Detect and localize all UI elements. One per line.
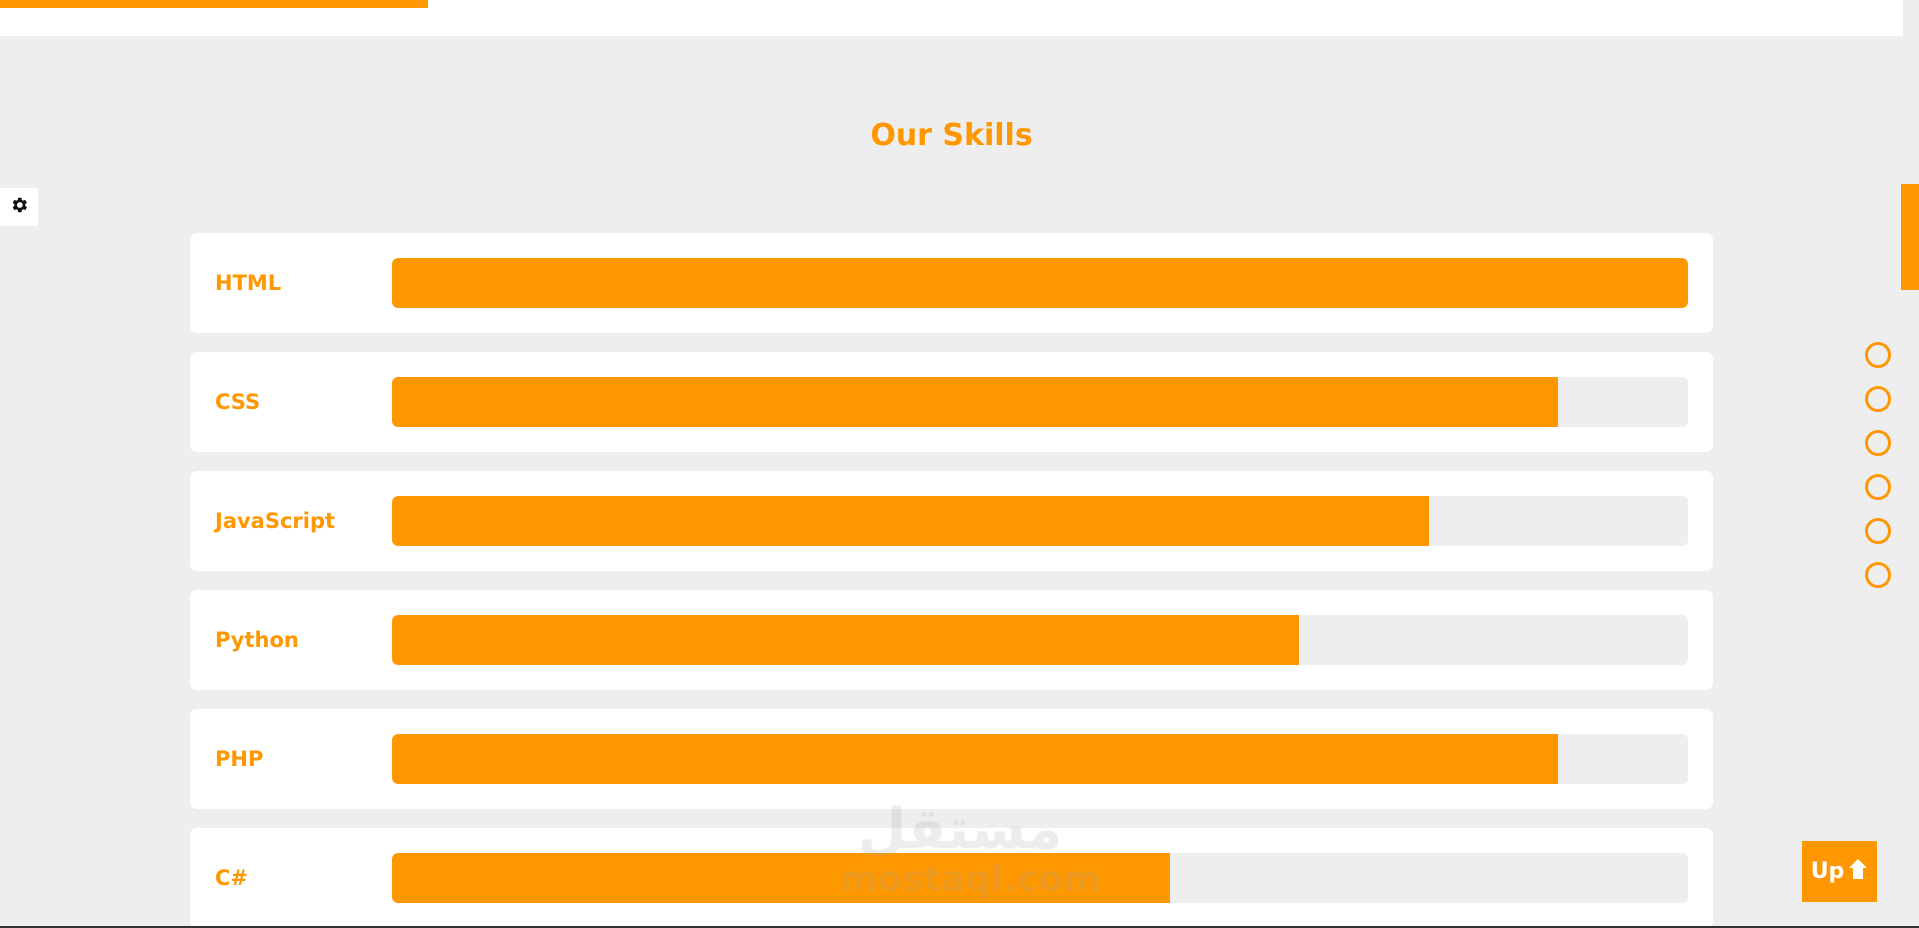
- skill-progress-fill: [392, 377, 1559, 427]
- skill-progress-track: [392, 496, 1688, 546]
- skill-progress-fill: [392, 853, 1170, 903]
- nav-bullet[interactable]: [1865, 518, 1891, 544]
- skill-card: CSS: [190, 352, 1713, 452]
- skill-card: PHP: [190, 709, 1713, 809]
- skill-name: Python: [215, 628, 299, 652]
- skill-name: CSS: [215, 390, 261, 414]
- section-title: Our Skills: [870, 118, 1033, 153]
- scroll-up-button[interactable]: Up: [1802, 841, 1877, 902]
- previous-section-bottom: [0, 0, 1903, 36]
- skill-card: Python: [190, 590, 1713, 690]
- skill-progress-track: [392, 853, 1688, 903]
- skill-name: PHP: [215, 747, 264, 771]
- skill-card: JavaScript: [190, 471, 1713, 571]
- nav-bullet[interactable]: [1865, 562, 1891, 588]
- skill-name: C#: [215, 866, 249, 890]
- settings-toggle-button[interactable]: [0, 188, 38, 226]
- skill-card: HTML: [190, 233, 1713, 333]
- skill-progress-fill: [392, 734, 1559, 784]
- arrow-up-icon: [1848, 858, 1868, 886]
- skill-name: HTML: [215, 271, 282, 295]
- nav-bullet[interactable]: [1865, 342, 1891, 368]
- skill-progress-fill: [392, 615, 1300, 665]
- skill-progress-track: [392, 734, 1688, 784]
- nav-bullet[interactable]: [1865, 430, 1891, 456]
- skill-progress-track: [392, 258, 1688, 308]
- skill-progress-track: [392, 377, 1688, 427]
- top-progress-line: [0, 0, 428, 8]
- gear-icon: [9, 195, 29, 219]
- skills-list: HTML CSS JavaScript Python PHP C#: [190, 233, 1713, 928]
- nav-bullet[interactable]: [1865, 386, 1891, 412]
- skill-progress-fill: [392, 496, 1429, 546]
- nav-bullet[interactable]: [1865, 474, 1891, 500]
- up-button-label: Up: [1810, 859, 1845, 884]
- section-nav-bullets: [1865, 342, 1891, 606]
- skill-card: C#: [190, 828, 1713, 928]
- skill-name: JavaScript: [215, 509, 336, 533]
- scroll-progress-indicator: [1901, 184, 1919, 290]
- skill-progress-fill: [392, 258, 1688, 308]
- page: Our Skills HTML CSS JavaScript Python PHP C# …: [0, 0, 1919, 928]
- skill-progress-track: [392, 615, 1688, 665]
